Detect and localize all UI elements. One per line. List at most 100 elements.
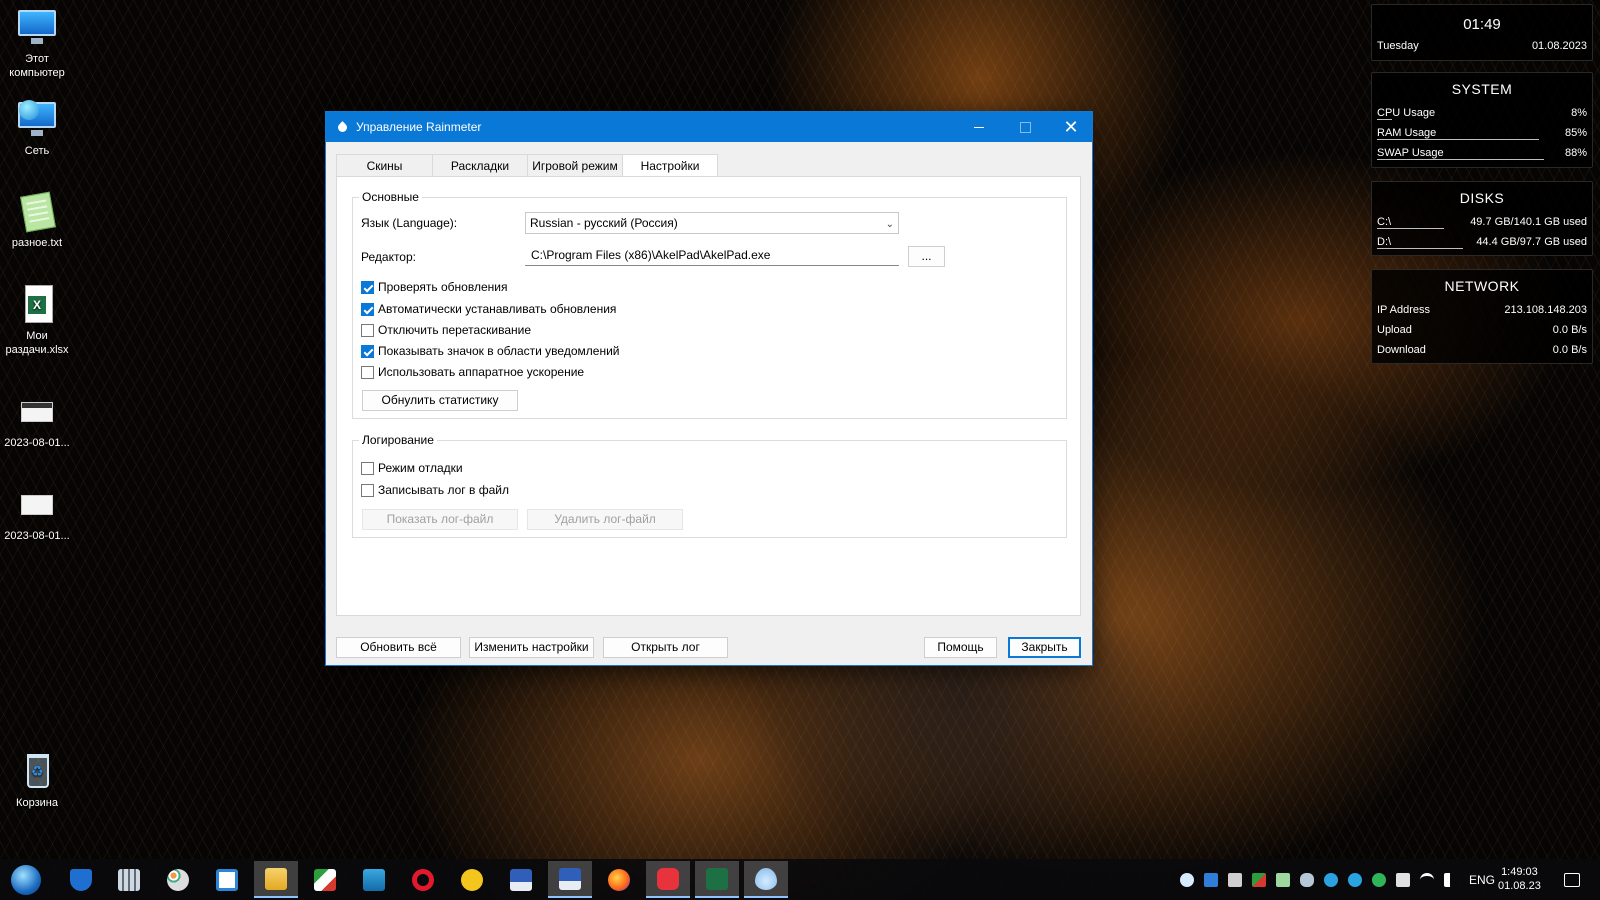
widget-date: 01.08.2023 xyxy=(1531,40,1587,52)
desktop-icon-label: разное.txt xyxy=(11,237,63,249)
whatsapp-tray-icon[interactable] xyxy=(1372,872,1386,887)
row-label: Upload xyxy=(1377,324,1412,336)
input-language[interactable]: ENG xyxy=(1469,873,1495,887)
show-tray-icon-checkbox[interactable]: Показывать значок в области уведомлений xyxy=(361,344,619,358)
desktop-icon-network[interactable]: Сеть xyxy=(2,100,72,158)
shield-tray-icon[interactable] xyxy=(1204,872,1218,887)
cpu-usage-row: CPU Usage 8% xyxy=(1372,103,1592,123)
checkbox-box xyxy=(361,483,374,497)
usb-tray-icon[interactable] xyxy=(1228,872,1242,887)
disable-dragging-checkbox[interactable]: Отключить перетаскивание xyxy=(361,323,531,337)
desktop-icon-label: Этот компьютер xyxy=(9,53,65,79)
delete-log-file-button[interactable]: Удалить лог-файл xyxy=(527,509,683,530)
upload-row: Upload 0.0 B/s xyxy=(1372,320,1592,340)
row-value: 44.4 GB/97.7 GB used xyxy=(1476,236,1587,248)
disk-c-row: C:\ 49.7 GB/140.1 GB used xyxy=(1372,212,1592,232)
taskbar-opera[interactable] xyxy=(401,861,445,898)
help-button[interactable]: Помощь xyxy=(924,637,997,658)
telegram-tray-icon[interactable] xyxy=(1324,872,1338,887)
taskbar-floppy-app-open[interactable] xyxy=(548,861,592,898)
monitor-tray-icon[interactable] xyxy=(1276,872,1290,887)
tab-layouts[interactable]: Раскладки xyxy=(432,154,528,176)
browse-editor-button[interactable]: ... xyxy=(908,246,945,267)
taskbar-floppy-app[interactable] xyxy=(499,861,543,898)
taskbar-paint[interactable] xyxy=(156,861,200,898)
row-label: SWAP Usage xyxy=(1377,147,1444,159)
taskbar-defender[interactable] xyxy=(59,861,103,898)
show-log-file-button[interactable]: Показать лог-файл xyxy=(362,509,518,530)
row-value: 85% xyxy=(1564,127,1587,139)
desktop-icon-screenshot-1[interactable]: 2023-08-01... xyxy=(2,392,72,450)
tricolor-tray-icon[interactable] xyxy=(1252,872,1266,887)
cloud-tray-icon[interactable] xyxy=(1300,872,1314,887)
rainmeter-tray-icon[interactable] xyxy=(1180,872,1194,887)
basic-settings-group: Основные Язык (Language): Russian - русс… xyxy=(352,190,1067,419)
taskbar-vivaldi[interactable] xyxy=(646,861,690,898)
notifications-button[interactable] xyxy=(1552,861,1592,898)
row-value: 88% xyxy=(1564,147,1587,159)
taskbar-clock[interactable]: 1:49:03 01.08.23 xyxy=(1498,865,1541,893)
taskbar-rainmeter[interactable] xyxy=(744,861,788,898)
desktop-icon-txt-file[interactable]: разное.txt xyxy=(2,191,72,250)
tab-game-mode[interactable]: Игровой режим xyxy=(527,154,623,176)
taskbar-batman-app[interactable] xyxy=(450,861,494,898)
taskbar-firefox[interactable] xyxy=(597,861,641,898)
close-window-button[interactable]: ✕ xyxy=(1048,112,1094,142)
desktop-icon-this-pc[interactable]: Этот компьютер xyxy=(2,8,72,80)
desktop-icon-screenshot-2[interactable]: 2023-08-01... xyxy=(2,485,72,543)
taskbar-file-explorer[interactable] xyxy=(254,861,298,898)
maximize-button[interactable] xyxy=(1002,112,1048,142)
log-to-file-checkbox[interactable]: Записывать лог в файл xyxy=(361,483,509,497)
usage-bar xyxy=(1377,159,1544,160)
checkbox-label: Использовать аппаратное ускорение xyxy=(378,365,585,379)
check-updates-checkbox[interactable]: Проверять обновления xyxy=(361,280,507,294)
start-button[interactable] xyxy=(4,861,48,898)
taskbar-calculator[interactable] xyxy=(107,861,151,898)
taskbar-window-app[interactable] xyxy=(205,861,249,898)
checkbox-box xyxy=(361,280,374,294)
usage-bar xyxy=(1377,119,1392,120)
row-value: 213.108.148.203 xyxy=(1504,304,1587,316)
ip-address-row: IP Address 213.108.148.203 xyxy=(1372,300,1592,320)
battery-tray-icon[interactable] xyxy=(1396,872,1410,887)
usage-bar xyxy=(1377,228,1444,229)
calculator-icon xyxy=(118,868,140,891)
group-label: Логирование xyxy=(359,433,437,447)
row-value: 49.7 GB/140.1 GB used xyxy=(1470,216,1587,228)
window-titlebar[interactable]: Управление Rainmeter ✕ xyxy=(326,112,1092,142)
tab-settings[interactable]: Настройки xyxy=(622,154,718,177)
telegram-tray-icon-2[interactable] xyxy=(1348,872,1362,887)
checkbox-box xyxy=(361,344,374,358)
firefox-icon xyxy=(608,868,630,891)
system-tray: ENG xyxy=(1175,859,1495,900)
auto-install-updates-checkbox[interactable]: Автоматически устанавливать обновления xyxy=(361,302,616,316)
settings-panel: Основные Язык (Language): Russian - русс… xyxy=(336,176,1081,616)
checkbox-label: Проверять обновления xyxy=(378,280,508,294)
computer-icon xyxy=(17,8,57,48)
shield-icon xyxy=(70,868,92,891)
tab-skins[interactable]: Скины xyxy=(336,154,433,176)
edit-settings-button[interactable]: Изменить настройки xyxy=(469,637,594,658)
taskbar-excel[interactable] xyxy=(695,861,739,898)
debug-mode-checkbox[interactable]: Режим отладки xyxy=(361,461,463,475)
image-file-icon xyxy=(17,485,57,525)
speaker-icon[interactable] xyxy=(1444,872,1454,887)
minimize-button[interactable] xyxy=(956,112,1002,142)
open-log-button[interactable]: Открыть лог xyxy=(603,637,728,658)
checkbox-label: Отключить перетаскивание xyxy=(378,323,532,337)
wifi-icon[interactable] xyxy=(1420,872,1434,887)
desktop-icon-label: Корзина xyxy=(16,797,58,809)
taskbar-remote-app[interactable] xyxy=(352,861,396,898)
desktop-icon-recycle-bin[interactable]: Корзина xyxy=(2,752,72,810)
hardware-acceleration-checkbox[interactable]: Использовать аппаратное ускорение xyxy=(361,365,584,379)
refresh-all-button[interactable]: Обновить всё xyxy=(336,637,461,658)
checkbox-label: Режим отладки xyxy=(378,461,463,475)
reset-statistics-button[interactable]: Обнулить статистику xyxy=(362,390,518,411)
editor-path-input[interactable] xyxy=(525,244,899,266)
language-select[interactable]: Russian - русский (Россия) ⌄ xyxy=(525,212,899,234)
desktop-icon-xlsx-file[interactable]: X Мои раздачи.xlsx xyxy=(2,285,72,357)
taskbar-app-tricolor[interactable] xyxy=(303,861,347,898)
close-button[interactable]: Закрыть xyxy=(1008,637,1081,658)
row-value: 0.0 B/s xyxy=(1552,344,1587,356)
row-label: D:\ xyxy=(1377,236,1392,248)
